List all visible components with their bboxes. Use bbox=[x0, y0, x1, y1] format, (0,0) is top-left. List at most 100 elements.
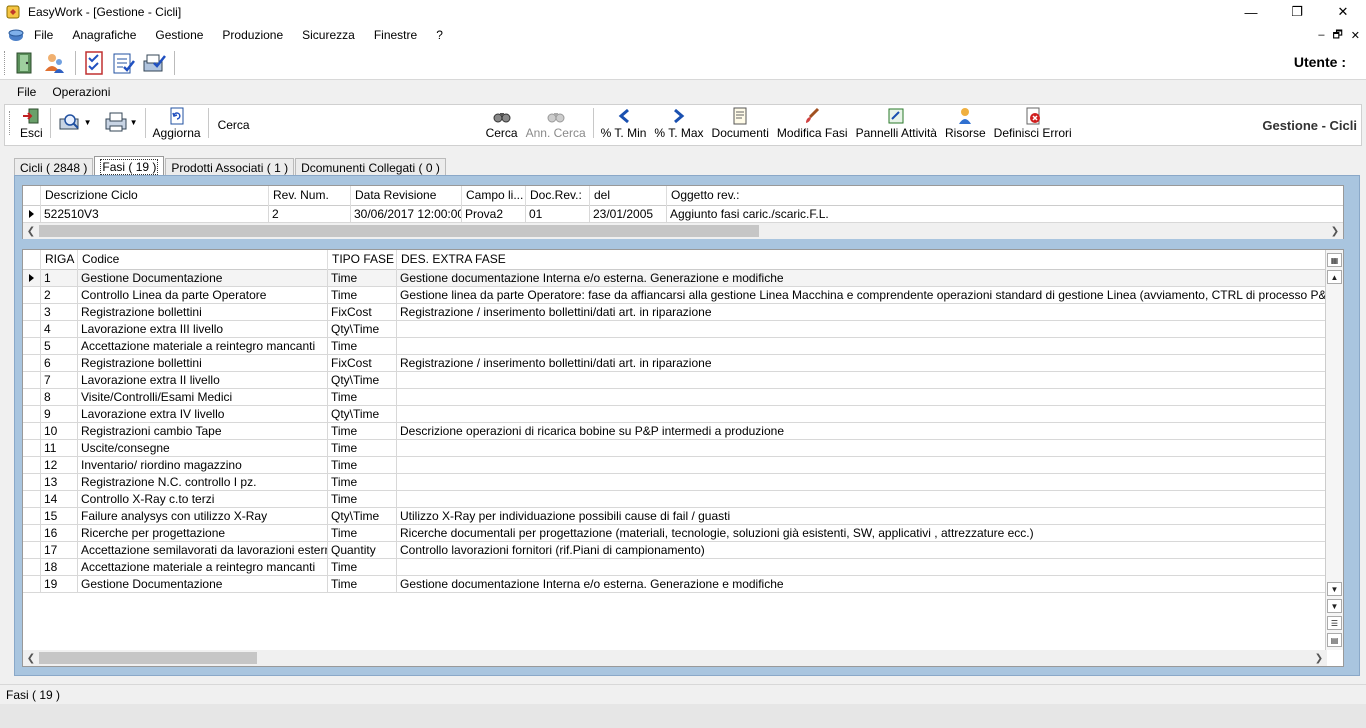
app-logo-icon bbox=[6, 5, 20, 19]
users-icon[interactable] bbox=[41, 49, 69, 77]
table-row[interactable]: 16 Ricerche per progettazione Time Ricerche… bbox=[23, 525, 1327, 542]
col-des-extra-fase[interactable]: DES. EXTRA FASE bbox=[397, 250, 1327, 270]
col-doc-rev[interactable]: Doc.Rev.: bbox=[526, 186, 590, 206]
exit-door-icon[interactable] bbox=[11, 49, 39, 77]
scroll-first-icon[interactable]: ▲ bbox=[1327, 270, 1342, 284]
scroll-left-icon[interactable]: ❮ bbox=[23, 650, 39, 666]
phase-grid-vscroll[interactable]: ▦ ▲ ▼ ▼ ☰ ▤ bbox=[1325, 250, 1343, 650]
scroll-left-icon[interactable]: ❮ bbox=[23, 223, 39, 239]
cerca-button[interactable]: Cerca bbox=[482, 104, 522, 140]
table-row[interactable]: 17 Accettazione semilavorati da lavorazio… bbox=[23, 542, 1327, 559]
table-row[interactable]: 19 Gestione Documentazione Time Gestione do… bbox=[23, 576, 1327, 593]
tab-prodotti-associati[interactable]: Prodotti Associati ( 1 ) bbox=[165, 158, 295, 176]
search-input[interactable] bbox=[253, 114, 482, 135]
t-min-button[interactable]: % T. Min bbox=[597, 104, 651, 140]
modifica-fasi-button[interactable]: Modifica Fasi bbox=[773, 104, 852, 140]
grid-menu-icon[interactable]: ▦ bbox=[1327, 253, 1342, 267]
col-codice[interactable]: Codice bbox=[78, 250, 328, 270]
close-button[interactable]: ✕ bbox=[1320, 0, 1366, 24]
grid-list-icon[interactable]: ☰ bbox=[1327, 616, 1342, 630]
col-rev-num[interactable]: Rev. Num. bbox=[269, 186, 351, 206]
cycle-grid-hscroll[interactable]: ❮ ❯ bbox=[23, 223, 1343, 239]
mdi-minimize-button[interactable]: – bbox=[1318, 29, 1324, 41]
table-row[interactable]: 9 Lavorazione extra IV livello Qty\Time bbox=[23, 406, 1327, 423]
row-indicator bbox=[23, 206, 41, 223]
mdi-restore-button[interactable]: 🗗 bbox=[1332, 26, 1342, 45]
table-row[interactable]: 18 Accettazione materiale a reintegro man… bbox=[23, 559, 1327, 576]
table-row[interactable]: 8 Visite/Controlli/Esami Medici Time bbox=[23, 389, 1327, 406]
child-menu-operazioni[interactable]: Operazioni bbox=[52, 85, 110, 99]
scroll-thumb[interactable] bbox=[39, 652, 257, 664]
print-dropdown-button[interactable]: ▼ bbox=[100, 104, 142, 140]
table-row[interactable]: 6 Registrazione bollettini FixCost Registra… bbox=[23, 355, 1327, 372]
t-max-button[interactable]: % T. Max bbox=[650, 104, 707, 140]
document-check-icon[interactable] bbox=[110, 49, 138, 77]
ann-cerca-button[interactable]: Ann. Cerca bbox=[522, 104, 590, 140]
row-indicator bbox=[23, 287, 41, 304]
pannelli-attivita-button[interactable]: Pannelli Attività bbox=[852, 104, 941, 140]
cell-riga: 1 bbox=[41, 270, 78, 287]
checklist-icon[interactable] bbox=[80, 49, 108, 77]
menu-anagrafiche[interactable]: Anagrafiche bbox=[72, 28, 136, 42]
table-row[interactable]: 522510V3 2 30/06/2017 12:00:00 Prova2 01… bbox=[23, 206, 1343, 223]
col-campo-libero[interactable]: Campo li... bbox=[462, 186, 526, 206]
scroll-thumb[interactable] bbox=[39, 225, 759, 237]
row-indicator bbox=[23, 491, 41, 508]
table-row[interactable]: 2 Controllo Linea da parte Operatore Time G… bbox=[23, 287, 1327, 304]
mdi-close-button[interactable]: ✕ bbox=[1351, 29, 1360, 42]
print-check-icon[interactable] bbox=[140, 49, 168, 77]
restore-button[interactable]: ❐ bbox=[1274, 0, 1320, 24]
scroll-right-icon[interactable]: ❯ bbox=[1311, 650, 1327, 666]
scroll-right-icon[interactable]: ❯ bbox=[1327, 223, 1343, 239]
col-riga[interactable]: RIGA bbox=[41, 250, 78, 270]
col-data-revisione[interactable]: Data Revisione bbox=[351, 186, 462, 206]
cell-riga: 11 bbox=[41, 440, 78, 457]
scroll-down-icon[interactable]: ▼ bbox=[1327, 582, 1342, 596]
menu-finestre[interactable]: Finestre bbox=[374, 28, 417, 42]
documenti-button[interactable]: Documenti bbox=[708, 104, 773, 140]
child-menu-file[interactable]: File bbox=[17, 85, 36, 99]
tab-documenti-collegati[interactable]: Dcomunenti Collegati ( 0 ) bbox=[295, 158, 446, 176]
table-row[interactable]: 13 Registrazione N.C. controllo I pz. Time bbox=[23, 474, 1327, 491]
table-row[interactable]: 3 Registrazione bollettini FixCost Registra… bbox=[23, 304, 1327, 321]
minimize-button[interactable]: — bbox=[1228, 0, 1274, 24]
col-tipo-fase[interactable]: TIPO FASE bbox=[328, 250, 397, 270]
menu-produzione[interactable]: Produzione bbox=[222, 28, 283, 42]
child-toolbar-grip[interactable] bbox=[9, 110, 12, 135]
table-row[interactable]: 12 Inventario/ riordino magazzino Time bbox=[23, 457, 1327, 474]
table-row[interactable]: 5 Accettazione materiale a reintegro manc… bbox=[23, 338, 1327, 355]
system-menu-icon[interactable] bbox=[8, 27, 24, 43]
table-row[interactable]: 7 Lavorazione extra II livello Qty\Time bbox=[23, 372, 1327, 389]
menu-sicurezza[interactable]: Sicurezza bbox=[302, 28, 355, 42]
cell-codice: Accettazione semilavorati da lavorazioni… bbox=[78, 542, 328, 559]
esci-button[interactable]: Esci bbox=[16, 104, 47, 140]
definisci-errori-button[interactable]: Definisci Errori bbox=[990, 104, 1076, 140]
main-toolbar: Utente : bbox=[0, 46, 1366, 80]
grid-columns-icon[interactable]: ▤ bbox=[1327, 633, 1342, 647]
tab-fasi[interactable]: Fasi ( 19 ) bbox=[94, 156, 165, 176]
cell-codice: Lavorazione extra II livello bbox=[78, 372, 328, 389]
col-oggetto-rev[interactable]: Oggetto rev.: bbox=[667, 186, 1343, 206]
scroll-last-icon[interactable]: ▼ bbox=[1327, 599, 1342, 613]
risorse-button[interactable]: Risorse bbox=[941, 104, 990, 140]
bottom-area bbox=[0, 704, 1366, 728]
col-descrizione-ciclo[interactable]: Descrizione Ciclo bbox=[41, 186, 269, 206]
table-row[interactable]: 1 Gestione Documentazione Time Gestione doc… bbox=[23, 270, 1327, 287]
cell-codice: Failure analysys con utilizzo X-Ray bbox=[78, 508, 328, 525]
table-row[interactable]: 4 Lavorazione extra III livello Qty\Time bbox=[23, 321, 1327, 338]
table-row[interactable]: 11 Uscite/consegne Time bbox=[23, 440, 1327, 457]
tab-cicli[interactable]: Cicli ( 2848 ) bbox=[14, 158, 94, 176]
preview-dropdown-button[interactable]: ▼ bbox=[54, 104, 100, 140]
table-row[interactable]: 14 Controllo X-Ray c.to terzi Time bbox=[23, 491, 1327, 508]
table-row[interactable]: 10 Registrazioni cambio Tape Time Descrizio… bbox=[23, 423, 1327, 440]
table-row[interactable]: 15 Failure analysys con utilizzo X-Ray Qty… bbox=[23, 508, 1327, 525]
menu-file[interactable]: File bbox=[34, 28, 53, 42]
menu-gestione[interactable]: Gestione bbox=[155, 28, 203, 42]
cell-des-extra-fase: Utilizzo X-Ray per individuazione possib… bbox=[397, 508, 1327, 525]
aggiorna-button[interactable]: Aggiorna bbox=[149, 104, 205, 140]
phase-grid-hscroll[interactable]: ❮ ❯ bbox=[23, 650, 1327, 666]
toolbar-grip[interactable] bbox=[4, 50, 7, 75]
menu-help[interactable]: ? bbox=[436, 28, 443, 42]
cell-tipo-fase: Quantity bbox=[328, 542, 397, 559]
col-del[interactable]: del bbox=[590, 186, 667, 206]
